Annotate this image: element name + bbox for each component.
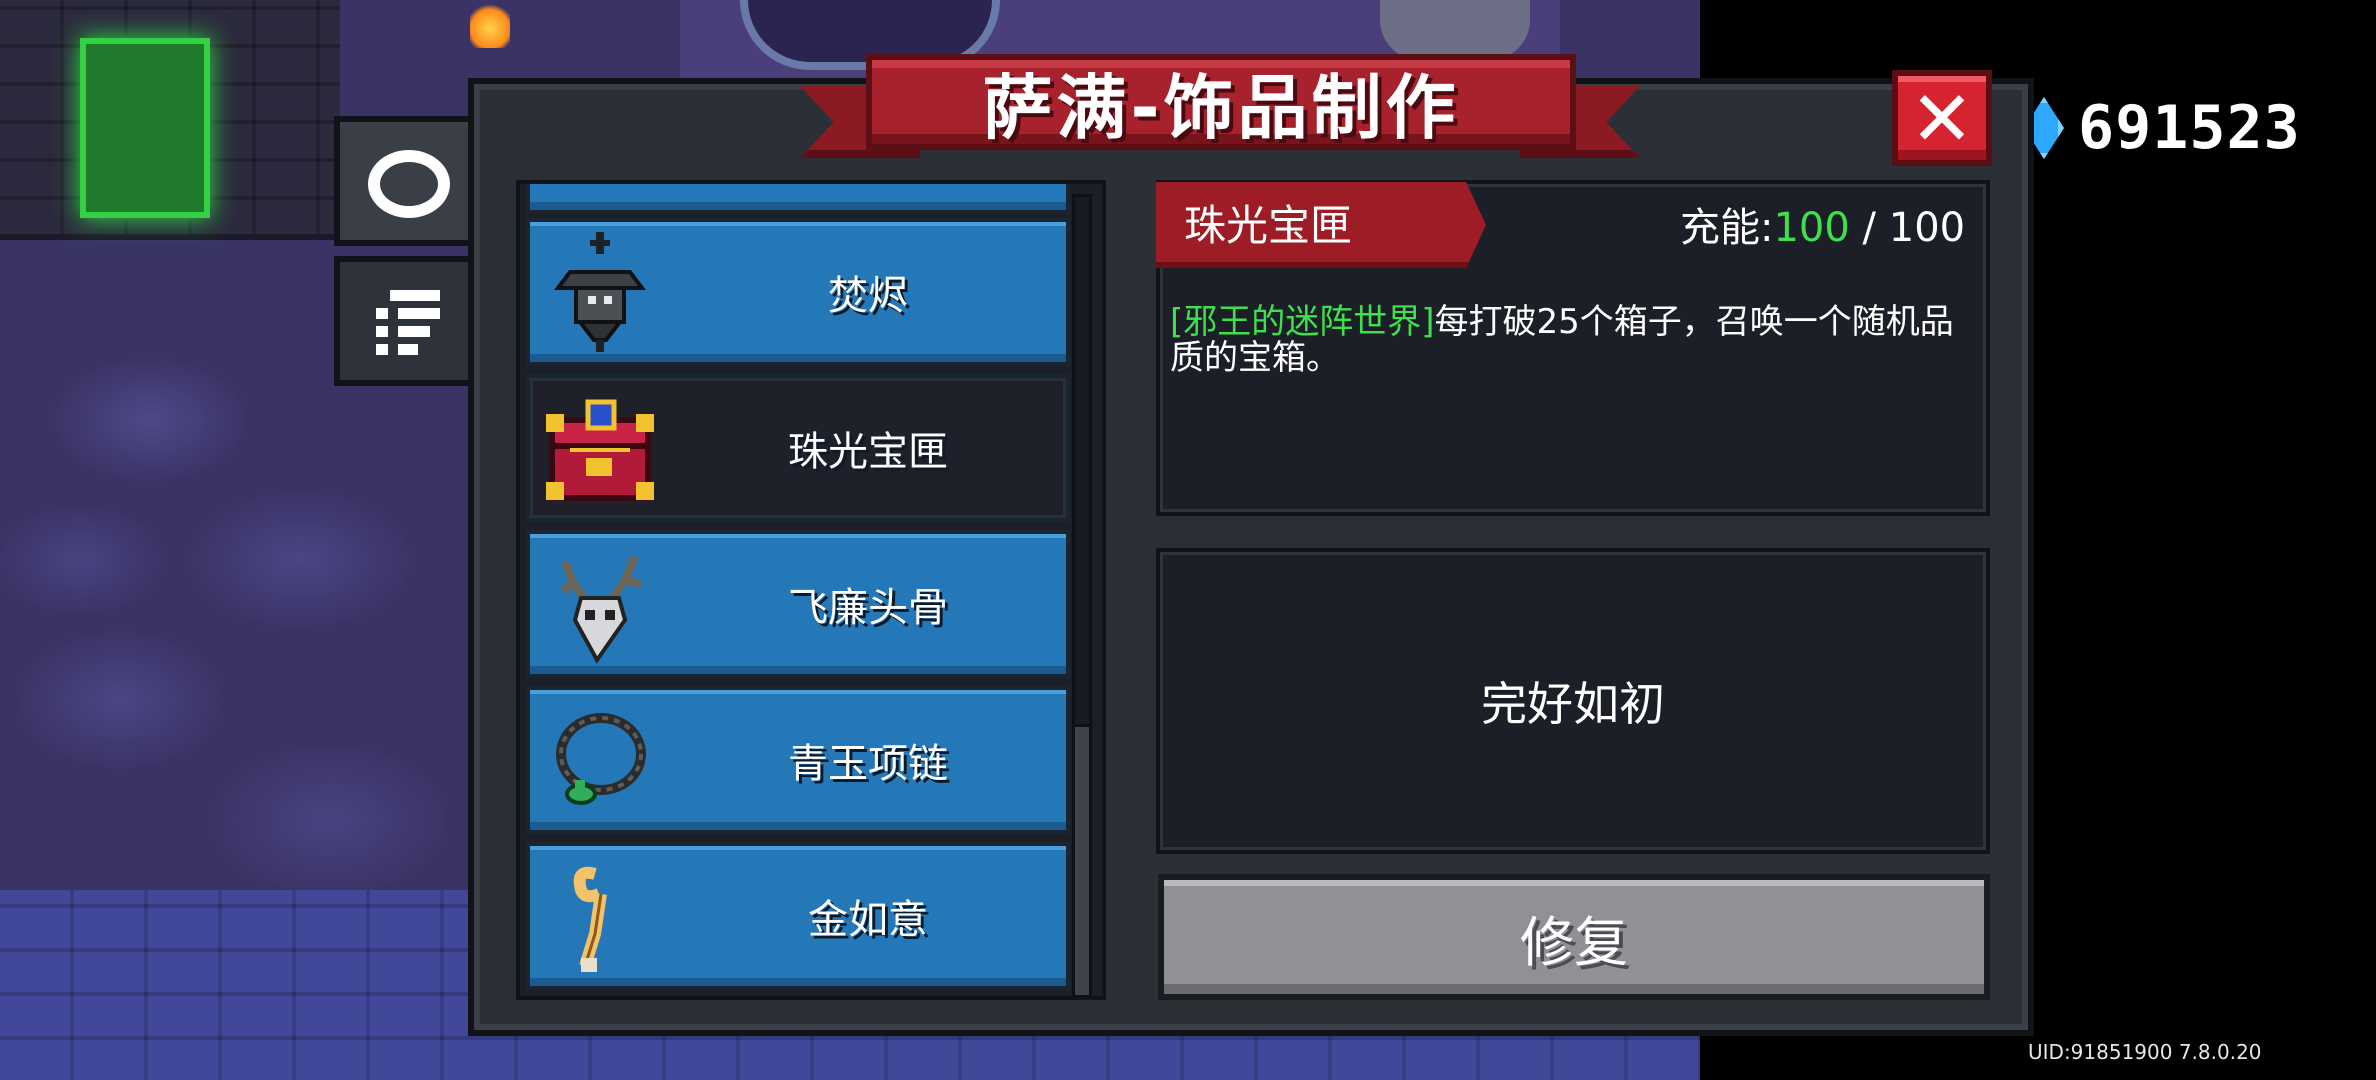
accessory-list[interactable]: 焚烬 珠光宝匣 飞廉头骨 青玉项链 金如意 bbox=[516, 180, 1106, 1000]
tab-accessory[interactable] bbox=[334, 116, 474, 246]
condition-status: 完好如初 bbox=[1481, 677, 1665, 731]
charge-max: 100 bbox=[1888, 205, 1966, 251]
list-icon bbox=[376, 290, 440, 360]
list-item-label: 飞廉头骨 bbox=[788, 585, 948, 631]
charge-readout: 充能: 100 / 100 bbox=[1680, 198, 1965, 258]
title-ribbon: 萨满-饰品制作 bbox=[866, 54, 1576, 150]
golden-ruyi-icon bbox=[540, 854, 660, 978]
close-button[interactable]: ✕ bbox=[1892, 70, 1992, 166]
antler-skull-icon bbox=[540, 542, 660, 666]
tab-list[interactable] bbox=[334, 256, 474, 386]
charge-label: 充能: bbox=[1680, 205, 1774, 251]
charge-current: 100 bbox=[1773, 205, 1850, 251]
gem-count: 691523 bbox=[2078, 93, 2301, 163]
charge-separator: / bbox=[1849, 205, 1889, 251]
list-item[interactable]: 飞廉头骨 bbox=[526, 530, 1070, 678]
lantern-icon bbox=[540, 230, 660, 354]
list-scrollbar-thumb[interactable] bbox=[1072, 724, 1092, 998]
item-description: [邪王的迷阵世界]每打破25个箱子，召唤一个随机品质的宝箱。 bbox=[1170, 304, 1978, 376]
gem-counter: 691523 bbox=[2024, 88, 2301, 168]
list-item-label: 青玉项链 bbox=[788, 741, 948, 787]
close-icon: ✕ bbox=[1910, 73, 1974, 163]
ring-icon bbox=[368, 150, 450, 218]
list-item[interactable]: 焚烬 bbox=[526, 218, 1070, 366]
list-item[interactable]: 金如意 bbox=[526, 842, 1070, 990]
item-name: 珠光宝匣 bbox=[1184, 201, 1353, 250]
list-item-label: 珠光宝匣 bbox=[788, 429, 948, 475]
partial-item-icon bbox=[540, 184, 660, 202]
treasure-chest-icon bbox=[540, 386, 660, 510]
page-title: 萨满-饰品制作 bbox=[982, 66, 1460, 149]
green-portal bbox=[80, 38, 210, 218]
game-screen: 691523 焚烬 珠光宝匣 飞廉头骨 青玉项链 金如意 珠光宝匣 充能: 10… bbox=[0, 0, 2376, 1080]
jade-necklace-icon bbox=[540, 698, 660, 822]
list-item-selected[interactable]: 珠光宝匣 bbox=[526, 374, 1070, 522]
list-item[interactable] bbox=[526, 184, 1070, 214]
repair-button[interactable]: 修复 bbox=[1158, 874, 1990, 1000]
uid-version-text: UID:91851900 7.8.0.20 bbox=[2028, 1040, 2262, 1064]
list-item-label bbox=[670, 184, 1066, 210]
torch-flame bbox=[470, 0, 510, 48]
list-item-label: 焚烬 bbox=[828, 273, 908, 319]
list-item[interactable]: 青玉项链 bbox=[526, 686, 1070, 834]
list-item-label: 金如意 bbox=[808, 897, 928, 943]
condition-box: 完好如初 bbox=[1156, 548, 1990, 854]
description-highlight: [邪王的迷阵世界] bbox=[1170, 302, 1435, 342]
